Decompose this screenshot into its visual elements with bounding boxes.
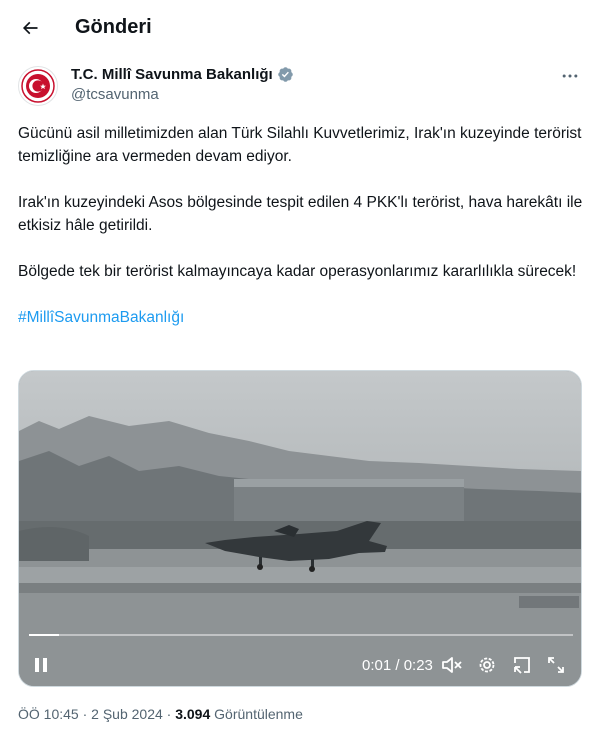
mute-icon [442, 657, 462, 673]
settings-icon [479, 657, 495, 673]
avatar[interactable] [18, 66, 58, 106]
video-progress-fill [29, 634, 59, 636]
arrow-left-icon [22, 21, 38, 35]
fullscreen-icon [548, 657, 564, 673]
tweet-meta: ÖÖ 10:45 · 2 Şub 2024 · 3.094 Görüntülen… [18, 706, 303, 722]
page-header: Gönderi [0, 0, 600, 56]
video-controls: 0:01 / 0:23 [19, 643, 581, 686]
author-handle[interactable]: @tcsavunma [71, 86, 159, 103]
page-title: Gönderi [75, 16, 152, 38]
meta-separator: · [166, 706, 172, 722]
pause-button[interactable] [29, 653, 53, 677]
video-frame [19, 371, 581, 686]
back-button[interactable] [12, 10, 48, 46]
tweet-text: Gücünü asil milletimizden alan Türk Sila… [18, 122, 584, 352]
tweet-author: T.C. Millî Savunma Bakanlığı @tcsavunma [18, 64, 584, 108]
pause-icon [35, 658, 47, 672]
ministry-logo-icon [21, 69, 55, 103]
verified-badge-icon [277, 67, 293, 82]
video-player[interactable]: 0:01 / 0:23 [18, 370, 582, 687]
view-label: Görüntülenme [214, 706, 303, 722]
tweet-paragraph: Gücünü asil milletimizden alan Türk Sila… [18, 125, 582, 165]
mute-button[interactable] [439, 653, 465, 677]
more-options-button[interactable] [556, 64, 584, 88]
settings-button[interactable] [475, 653, 499, 677]
tweet-paragraph: Irak'ın kuzeyindeki Asos bölgesinde tesp… [18, 194, 583, 234]
video-progress-bar[interactable] [29, 634, 573, 636]
author-name[interactable]: T.C. Millî Savunma Bakanlığı [71, 66, 273, 83]
hashtag-link[interactable]: #MillîSavunmaBakanlığı [18, 306, 584, 329]
minimize-button[interactable] [510, 653, 534, 677]
video-time: 0:01 / 0:23 [362, 657, 433, 674]
more-horizontal-icon [562, 74, 578, 78]
fullscreen-button[interactable] [544, 653, 568, 677]
view-count: 3.094 [175, 706, 211, 722]
tweet-paragraph: Bölgede tek bir terörist kalmayıncaya ka… [18, 263, 577, 280]
tweet-timestamp[interactable]: ÖÖ 10:45 · 2 Şub 2024 [18, 706, 163, 722]
minimize-icon [514, 657, 530, 674]
